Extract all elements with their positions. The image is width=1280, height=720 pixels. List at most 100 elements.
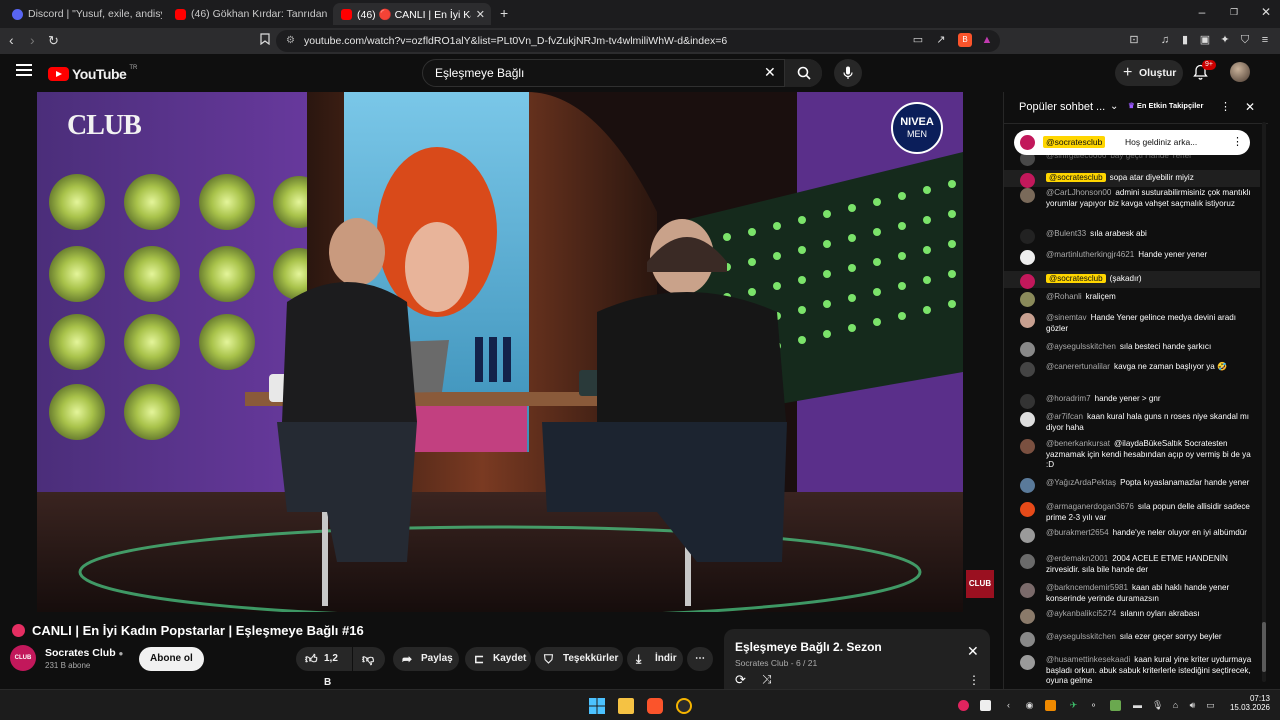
chat-text: sıla arabesk abi [1090,229,1147,238]
save-button[interactable]: ⊏ Kaydet [465,647,531,671]
forward-icon[interactable]: › [30,32,35,48]
back-icon[interactable]: ‹ [9,32,14,48]
chat-author[interactable]: @husamettinkesekaadi [1046,655,1130,664]
pinned-menu-icon[interactable]: ⋮ [1232,130,1243,155]
shuffle-icon[interactable]: ⤨ [762,672,772,687]
maximize-icon[interactable]: ❐ [1224,7,1244,18]
tray-app-icon[interactable]: ◉ [1024,700,1035,711]
chat-author[interactable]: @ar7ifcan [1046,412,1083,421]
like-button[interactable]: 👍︎ 1,2 B [296,647,352,688]
chat-author[interactable]: @socratesclub [1046,173,1106,182]
chat-scrollbar[interactable] [1262,122,1266,682]
chat-author[interactable]: @sinemtav [1046,313,1087,322]
chat-menu-icon[interactable]: ⋮ [1220,100,1231,113]
battery-icon[interactable]: ▭ [1205,700,1216,711]
leo-ai-icon[interactable]: ✦ [1218,33,1232,47]
loop-icon[interactable]: ⟳ [735,672,746,688]
channel-avatar[interactable]: CLUB [10,645,36,671]
tray-app-icon[interactable]: ⚬ [1088,700,1099,711]
window-close-icon[interactable]: ✕ [1256,5,1276,19]
microphone-tray-icon[interactable]: 🎙︎ [1152,700,1163,711]
bookmark-icon[interactable] [258,33,272,47]
video-player[interactable]: CLUB NIVEA MEN [37,92,963,612]
search-button[interactable] [784,59,822,87]
download-button[interactable]: ⤓ İndir [627,647,683,671]
brave-shields-icon[interactable]: B [958,33,972,47]
app-icon[interactable] [676,698,692,714]
address-toolbar: ‹ › ↻ ⚙ youtube.com/watch?v=ozfldRO1alY&… [0,28,1280,54]
share-button[interactable]: ➦ Paylaş [393,647,459,671]
youtube-logo[interactable]: YouTube TR [48,65,137,82]
chat-author[interactable]: @erdemakn2001 [1046,554,1108,563]
clear-search-icon[interactable]: ✕ [764,64,776,81]
tab-discord[interactable]: Discord | "Yusuf, exile, andisya b [4,3,162,25]
start-icon[interactable] [589,698,605,714]
menu-icon[interactable]: ≡ [1258,33,1272,47]
close-playlist-icon[interactable]: ✕ [967,643,979,660]
new-tab-icon[interactable]: + [500,5,508,21]
chat-author[interactable]: @socratesclub [1046,274,1106,283]
chat-author[interactable]: @horadrim7 [1046,394,1091,403]
chevron-down-icon[interactable]: ⌄ [1110,101,1118,112]
url-field[interactable]: ⚙ youtube.com/watch?v=ozfldRO1alY&list=P… [276,30,1000,52]
notifications-button[interactable]: 9+ [1193,60,1216,85]
file-explorer-icon[interactable] [618,698,634,714]
chat-author[interactable]: @aysegulsskitchen [1046,342,1116,351]
volume-icon[interactable]: 🔊︎ [1187,700,1198,711]
tray-app-icon[interactable]: ▬ [1132,700,1143,711]
vpn-icon[interactable]: ⛉ [1238,33,1252,47]
search-input[interactable]: Eşleşmeye Bağlı [422,59,822,87]
super-thanks-icon: ⛉ [544,652,554,666]
scrollbar-thumb[interactable] [1262,622,1266,672]
chat-author[interactable]: @aykanbalikci5274 [1046,609,1116,618]
chat-author[interactable]: @burakmert2654 [1046,528,1109,537]
pinned-message[interactable]: @socratesclub Hoş geldiniz arka... ⋮ [1014,130,1250,155]
tray-app-icon[interactable] [1110,700,1121,711]
music-icon[interactable]: ♫ [1158,33,1172,47]
chat-author[interactable]: @benerkankursat [1046,439,1110,448]
minimize-icon[interactable]: – [1192,5,1212,19]
chevron-left-icon[interactable]: ‹ [1003,700,1014,711]
playlist-menu-icon[interactable]: ⋮ [968,673,980,687]
chat-message: @socratesclub (şakadır) [1004,271,1260,289]
brave-rewards-icon[interactable]: ▲ [980,33,994,47]
more-actions-button[interactable]: ⋯ [687,647,713,671]
subscribe-button[interactable]: Abone ol [139,647,204,671]
chat-author[interactable]: @Bulent33 [1046,229,1086,238]
tab-canli[interactable]: (46) 🔴 CANLI | En İyi Kadın P ✕ [333,3,491,25]
chat-author[interactable]: @aysegulsskitchen [1046,632,1116,641]
tray-app-icon[interactable] [1045,700,1056,711]
avatar[interactable] [1230,62,1250,82]
chat-author[interactable]: @Rohanli [1046,292,1082,301]
voice-search-button[interactable] [834,59,862,87]
network-icon[interactable]: ⌂ [1170,700,1181,711]
hamburger-menu-icon[interactable] [16,64,32,76]
chat-author[interactable]: @barkncemdemir5981 [1046,583,1128,592]
screenshot-icon[interactable]: ⊡ [1127,33,1141,47]
chat-mode-label[interactable]: Popüler sohbet ... [1019,101,1105,113]
close-tab-icon[interactable]: ✕ [476,8,485,21]
reload-icon[interactable]: ↻ [48,33,59,49]
sidebar-icon[interactable]: ▮ [1178,33,1192,47]
chat-author[interactable]: @canerertunalilar [1046,362,1110,371]
site-settings-icon[interactable]: ⚙ [286,30,295,52]
create-button[interactable]: + Oluştur [1115,60,1183,86]
wallet-icon[interactable]: ▣ [1198,33,1212,47]
top-fans-filter[interactable]: ♛ En Etkin Takipçiler [1128,101,1203,110]
thanks-button[interactable]: ⛉ Teşekkürler [535,647,623,671]
tray-app-icon[interactable] [980,700,991,711]
close-chat-icon[interactable]: ✕ [1245,100,1255,114]
dislike-button[interactable]: 👎︎ [353,647,385,671]
tray-app-icon[interactable]: ✈ [1068,700,1079,711]
brave-browser-icon[interactable] [647,698,663,714]
channel-name[interactable]: Socrates Club [45,647,116,659]
chat-author[interactable]: @YağızArdaPektaş [1046,478,1116,487]
chat-author[interactable]: @armaganerdogan3676 [1046,502,1134,511]
tray-app-icon[interactable] [958,700,969,711]
cast-icon[interactable]: ▭ [911,33,925,47]
share-icon[interactable]: ↗ [934,33,948,47]
chat-author[interactable]: @martinlutherkingjr4621 [1046,250,1134,259]
tab-gokhan-kirdar[interactable]: (46) Gökhan Kırdar: Tanrıdan Diledim [167,3,327,25]
clock[interactable]: 07:13 15.03.2026 [1226,694,1270,712]
chat-author[interactable]: @CarLJhonson00 [1046,188,1111,197]
